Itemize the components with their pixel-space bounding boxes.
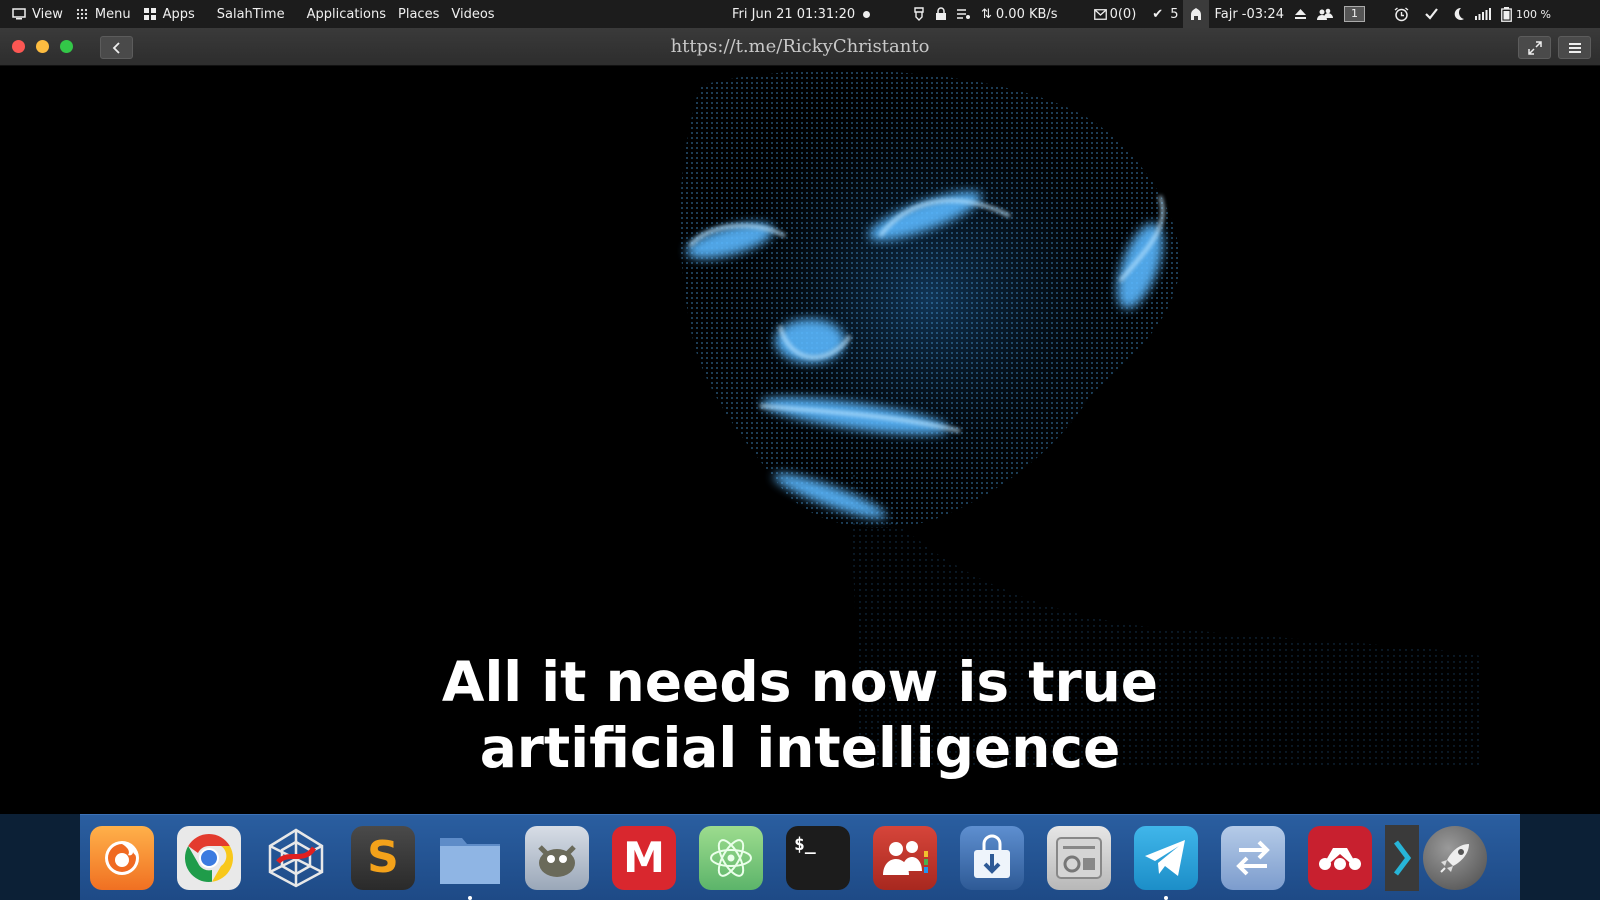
net-speed[interactable]: ⇅ 0.00 KB/s bbox=[976, 0, 1063, 28]
atom-icon bbox=[699, 825, 763, 890]
battery-indicator[interactable]: 100 % bbox=[1496, 0, 1556, 28]
dock-app-atom[interactable] bbox=[699, 825, 763, 890]
prayer-time[interactable]: Fajr -03:24 bbox=[1209, 0, 1289, 28]
top-panel: View Menu Apps SalahTime Applications Pl… bbox=[0, 0, 1600, 28]
sublime-text-icon: S bbox=[351, 825, 415, 890]
checkmark-icon: ✔ bbox=[1152, 6, 1164, 22]
eject-icon[interactable] bbox=[1289, 0, 1312, 28]
mail-count: 0(0) bbox=[1109, 6, 1137, 22]
subtitle-line-2: artificial intelligence bbox=[479, 716, 1121, 780]
hamburger-menu-icon bbox=[1568, 42, 1581, 53]
mega-icon: M bbox=[612, 825, 676, 890]
dock-app-mega[interactable]: M bbox=[612, 825, 676, 890]
dock-separator[interactable] bbox=[1385, 824, 1419, 891]
playlist-icon[interactable] bbox=[952, 0, 976, 28]
mail-indicator[interactable]: 0(0) bbox=[1089, 0, 1142, 28]
panel-left-menus: View Menu Apps SalahTime Applications Pl… bbox=[0, 0, 501, 28]
apps-label: Apps bbox=[162, 6, 195, 22]
view-menu[interactable]: View bbox=[6, 0, 69, 28]
prayer-time-text: Fajr -03:24 bbox=[1214, 6, 1284, 22]
record-dot-icon bbox=[863, 10, 871, 18]
running-indicator bbox=[468, 895, 472, 900]
menu-button[interactable]: Menu bbox=[69, 0, 137, 28]
gimp-icon bbox=[525, 825, 589, 890]
battery-percent: 100 % bbox=[1515, 7, 1551, 21]
dock-app-contacts[interactable] bbox=[873, 825, 937, 890]
workspace-number: 1 bbox=[1350, 7, 1358, 20]
dock: S M $_ bbox=[80, 814, 1520, 900]
window-title-bar: https://t.me/RickyChristanto bbox=[0, 28, 1600, 66]
terminal-prompt: $_ bbox=[794, 833, 816, 855]
dock-app-terminal[interactable]: $_ bbox=[786, 825, 850, 890]
net-speed-value: 0.00 KB/s bbox=[995, 6, 1058, 22]
applications-menu[interactable]: Applications bbox=[301, 0, 392, 28]
view-menu-label: View bbox=[32, 6, 63, 22]
contacts-icon bbox=[873, 825, 937, 890]
spider-web-icon bbox=[264, 826, 328, 890]
telegram-icon bbox=[1134, 825, 1198, 890]
mail-icon bbox=[1093, 8, 1107, 20]
applications-label: Applications bbox=[306, 6, 387, 22]
rocket-icon bbox=[1423, 825, 1487, 890]
window-url: https://t.me/RickyChristanto bbox=[670, 36, 930, 57]
salahtime-label: SalahTime bbox=[216, 6, 285, 22]
salahtime-menu[interactable]: SalahTime bbox=[211, 0, 291, 28]
alarm-clock-icon[interactable] bbox=[1389, 0, 1414, 28]
dock-app-transfer[interactable] bbox=[1221, 825, 1285, 890]
videos-label: Videos bbox=[451, 6, 495, 22]
tasks-count: 5 bbox=[1170, 6, 1179, 22]
panel-indicators: ⇅ 0.00 KB/s 0(0) ✔ 5 Fajr -03:24 1 100 % bbox=[908, 0, 1600, 28]
dock-app-mendeley[interactable] bbox=[1308, 825, 1372, 890]
dock-app-spider[interactable] bbox=[264, 826, 328, 890]
dock-app-gimp[interactable] bbox=[525, 825, 589, 890]
video-subtitle: All it needs now is true artificial inte… bbox=[0, 649, 1600, 781]
clock[interactable]: Fri Jun 21 01:31:20 bbox=[732, 0, 871, 28]
dock-app-launcher[interactable] bbox=[1423, 825, 1487, 890]
users-icon[interactable] bbox=[1312, 0, 1338, 28]
terminal-icon: $_ bbox=[786, 825, 850, 890]
fullscreen-button[interactable] bbox=[1518, 36, 1551, 59]
tasks-indicator[interactable]: ✔ 5 bbox=[1147, 0, 1183, 28]
battery-icon bbox=[1501, 6, 1512, 22]
apps-button[interactable]: Apps bbox=[137, 0, 201, 28]
clock-text: Fri Jun 21 01:31:20 bbox=[732, 6, 856, 22]
firefox-icon bbox=[90, 825, 154, 890]
places-label: Places bbox=[398, 6, 440, 22]
grid-dots-icon bbox=[75, 7, 89, 21]
download-icon bbox=[960, 825, 1024, 890]
menu-label: Menu bbox=[94, 6, 131, 22]
places-menu[interactable]: Places bbox=[392, 0, 445, 28]
check-icon[interactable] bbox=[1420, 0, 1443, 28]
workspace-switcher[interactable]: 1 bbox=[1343, 6, 1365, 22]
system-monitor-icon bbox=[1047, 825, 1111, 890]
videos-menu[interactable]: Videos bbox=[445, 0, 500, 28]
up-down-arrows-icon: ⇅ bbox=[981, 6, 992, 22]
usb-icon[interactable] bbox=[908, 0, 930, 28]
expand-icon bbox=[1527, 40, 1542, 55]
mendeley-icon bbox=[1308, 825, 1372, 890]
subtitle-line-1: All it needs now is true bbox=[441, 650, 1159, 714]
dock-app-sublime-text[interactable]: S bbox=[351, 825, 415, 890]
dock-app-downloader[interactable] bbox=[960, 825, 1024, 890]
dock-app-firefox[interactable] bbox=[90, 825, 154, 890]
folder-icon bbox=[438, 826, 502, 890]
video-frame[interactable]: All it needs now is true artificial inte… bbox=[0, 66, 1600, 814]
night-mode-moon-icon[interactable] bbox=[1447, 0, 1470, 28]
transfer-arrows-icon bbox=[1221, 825, 1285, 890]
dock-app-system-monitor[interactable] bbox=[1047, 825, 1111, 890]
chevron-right-icon bbox=[1394, 840, 1412, 875]
dock-app-chrome[interactable] bbox=[177, 825, 241, 890]
apps-grid-icon bbox=[143, 7, 157, 21]
dock-app-files[interactable] bbox=[438, 826, 502, 900]
chrome-icon bbox=[177, 825, 241, 890]
window-switch-icon bbox=[12, 7, 26, 21]
window-menu-button[interactable] bbox=[1558, 36, 1591, 59]
mosque-icon[interactable] bbox=[1183, 0, 1210, 28]
running-indicator bbox=[1164, 895, 1168, 900]
volume-icon[interactable] bbox=[1470, 0, 1496, 28]
lock-icon[interactable] bbox=[930, 0, 952, 28]
dock-app-telegram[interactable] bbox=[1134, 825, 1198, 900]
